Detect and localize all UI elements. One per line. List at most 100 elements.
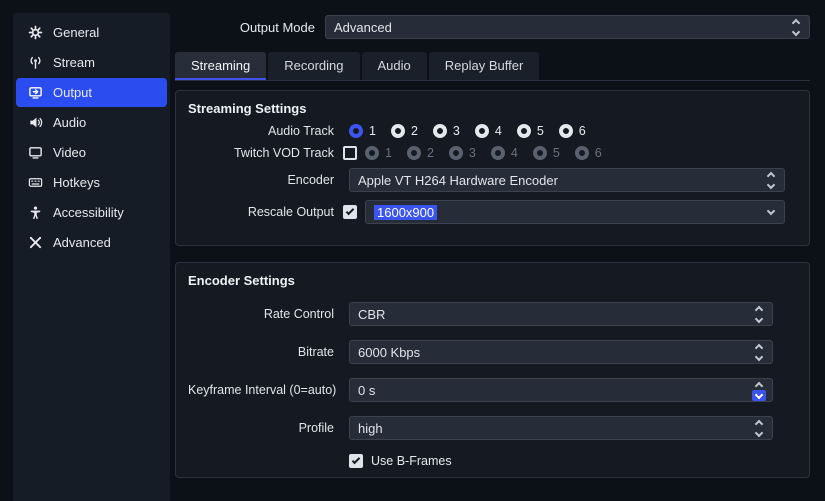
- b-frames-control: Use B-Frames: [343, 454, 797, 468]
- rate-control-select[interactable]: CBR: [349, 302, 773, 326]
- sidebar-item-label: Stream: [53, 55, 95, 70]
- check-icon: [346, 207, 354, 215]
- profile-row: Profile high: [188, 416, 797, 440]
- radio-label: 4: [511, 146, 518, 160]
- bitrate-control: 6000 Kbps: [343, 340, 797, 364]
- sidebar-item-video[interactable]: Video: [16, 138, 167, 167]
- sidebar-item-label: Video: [53, 145, 86, 160]
- twitch-vod-label: Twitch VOD Track: [188, 146, 343, 160]
- rescale-controls: 1600x900: [343, 200, 797, 224]
- rate-control-value: CBR: [358, 307, 752, 322]
- radio-icon[interactable]: [349, 124, 363, 138]
- keyframe-row: Keyframe Interval (0=auto) 0 s: [188, 378, 797, 402]
- sidebar-item-accessibility[interactable]: Accessibility: [16, 198, 167, 227]
- radio-label: 1: [369, 124, 376, 138]
- rescale-value: 1600x900: [374, 205, 764, 220]
- audio-track-option-5[interactable]: 5: [517, 124, 544, 138]
- check-icon: [352, 456, 360, 464]
- output-mode-select[interactable]: Advanced: [325, 15, 810, 39]
- sidebar-item-label: Accessibility: [53, 205, 124, 220]
- spin-down-button[interactable]: [752, 390, 766, 401]
- profile-value: high: [358, 421, 752, 436]
- audio-track-option-6[interactable]: 6: [559, 124, 586, 138]
- audio-track-label: Audio Track: [188, 124, 343, 138]
- stream-icon: [27, 55, 43, 71]
- radio-icon[interactable]: [391, 124, 405, 138]
- encoder-select[interactable]: Apple VT H264 Hardware Encoder: [349, 168, 785, 192]
- encoder-settings-group: Encoder Settings Rate Control CBR Bitrat…: [175, 262, 810, 478]
- radio-label: 6: [579, 124, 586, 138]
- sidebar-item-label: General: [53, 25, 99, 40]
- twitch-vod-option-5: 5: [533, 146, 560, 160]
- rate-control-control: CBR: [343, 302, 797, 326]
- radio-icon[interactable]: [433, 124, 447, 138]
- sidebar-item-hotkeys[interactable]: Hotkeys: [16, 168, 167, 197]
- radio-icon[interactable]: [475, 124, 489, 138]
- sidebar-item-stream[interactable]: Stream: [16, 48, 167, 77]
- radio-icon[interactable]: [517, 124, 531, 138]
- tab-streaming[interactable]: Streaming: [175, 52, 266, 80]
- audio-track-option-3[interactable]: 3: [433, 124, 460, 138]
- b-frames-label: Use B-Frames: [371, 454, 452, 468]
- twitch-vod-controls: 1 2 3 4 5 6: [343, 146, 797, 160]
- audio-track-row: Audio Track 1 2 3 4 5: [188, 124, 797, 138]
- radio-label: 5: [537, 124, 544, 138]
- gear-icon: [27, 25, 43, 41]
- rescale-label: Rescale Output: [188, 205, 343, 219]
- sidebar-item-label: Advanced: [53, 235, 111, 250]
- chevron-updown-icon: [764, 170, 778, 191]
- twitch-vod-row: Twitch VOD Track 1 2 3 4 5: [188, 146, 797, 160]
- radio-label: 2: [427, 146, 434, 160]
- profile-label: Profile: [188, 421, 343, 435]
- encoder-value: Apple VT H264 Hardware Encoder: [358, 173, 764, 188]
- bitrate-row: Bitrate 6000 Kbps: [188, 340, 797, 364]
- sidebar-item-advanced[interactable]: Advanced: [16, 228, 167, 257]
- radio-icon: [533, 146, 547, 160]
- radio-label: 4: [495, 124, 502, 138]
- output-mode-value: Advanced: [334, 20, 789, 35]
- bitrate-value: 6000 Kbps: [358, 345, 752, 360]
- twitch-vod-option-4: 4: [491, 146, 518, 160]
- group-title: Encoder Settings: [188, 273, 797, 288]
- audio-icon: [27, 115, 43, 131]
- radio-label: 1: [385, 146, 392, 160]
- accessibility-icon: [27, 205, 43, 221]
- chevron-down-icon[interactable]: [764, 207, 778, 218]
- bitrate-label: Bitrate: [188, 345, 343, 359]
- keyframe-spinbox[interactable]: 0 s: [349, 378, 773, 402]
- audio-track-option-2[interactable]: 2: [391, 124, 418, 138]
- radio-icon: [407, 146, 421, 160]
- chevron-updown-icon: [789, 17, 803, 38]
- rescale-row: Rescale Output 1600x900: [188, 200, 797, 224]
- output-mode-row: Output Mode Advanced: [175, 15, 810, 39]
- settings-sidebar: General Stream Output A: [13, 13, 170, 501]
- radio-icon[interactable]: [559, 124, 573, 138]
- video-icon: [27, 145, 43, 161]
- spin-up-button[interactable]: [752, 379, 766, 390]
- tab-recording[interactable]: Recording: [268, 52, 359, 80]
- audio-track-radio-group: 1 2 3 4 5 6: [343, 124, 797, 138]
- rescale-combobox[interactable]: 1600x900: [365, 200, 785, 224]
- tab-audio[interactable]: Audio: [362, 52, 427, 80]
- rescale-checkbox[interactable]: [343, 205, 357, 219]
- encoder-label: Encoder: [188, 173, 343, 187]
- group-title: Streaming Settings: [188, 101, 797, 116]
- radio-label: 3: [453, 124, 460, 138]
- profile-control: high: [343, 416, 797, 440]
- bitrate-spinbox[interactable]: 6000 Kbps: [349, 340, 773, 364]
- spin-down-button[interactable]: [752, 352, 766, 363]
- audio-track-option-1[interactable]: 1: [349, 124, 376, 138]
- keyframe-control: 0 s: [343, 378, 797, 402]
- b-frames-row: Use B-Frames: [188, 454, 797, 468]
- audio-track-option-4[interactable]: 4: [475, 124, 502, 138]
- sidebar-item-output[interactable]: Output: [16, 78, 167, 107]
- sidebar-item-general[interactable]: General: [16, 18, 167, 47]
- sidebar-item-audio[interactable]: Audio: [16, 108, 167, 137]
- spin-up-button[interactable]: [752, 341, 766, 352]
- b-frames-checkbox[interactable]: [349, 454, 363, 468]
- twitch-vod-checkbox[interactable]: [343, 146, 357, 160]
- radio-label: 5: [553, 146, 560, 160]
- chevron-updown-icon: [752, 418, 766, 439]
- profile-select[interactable]: high: [349, 416, 773, 440]
- tab-replay-buffer[interactable]: Replay Buffer: [429, 52, 540, 80]
